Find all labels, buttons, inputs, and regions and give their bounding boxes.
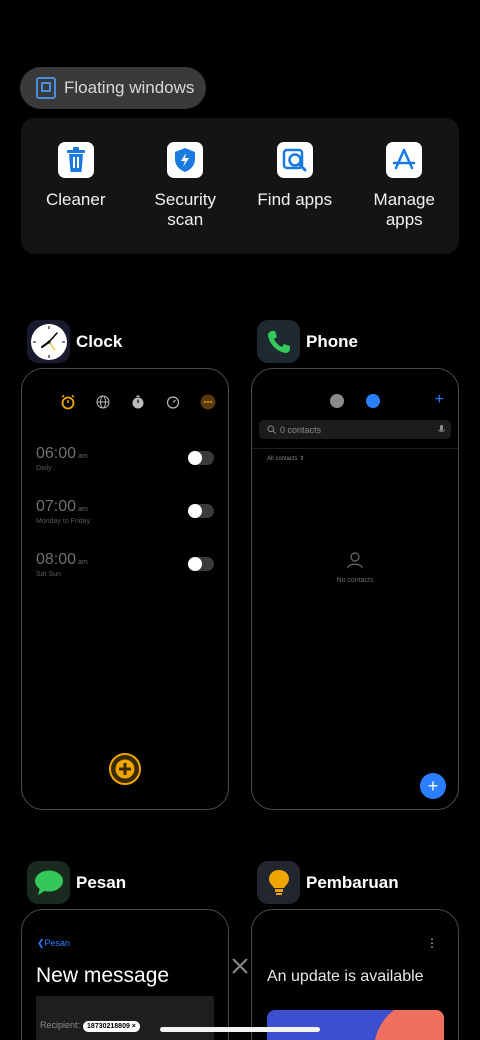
pembaruan-app-name: Pembaruan	[306, 872, 399, 892]
alarm-toggle[interactable]	[188, 557, 214, 571]
alarm-time-value: 07:00	[36, 498, 77, 515]
recipient-label: Recipient:	[40, 1020, 81, 1030]
add-alarm-button[interactable]	[109, 753, 141, 785]
clock-app-icon	[27, 320, 70, 363]
pesan-app-header[interactable]: Pesan	[27, 861, 126, 904]
no-contacts-label: No contacts	[336, 577, 374, 584]
phone-app-name: Phone	[306, 331, 358, 351]
clock-app-header[interactable]: Clock	[27, 320, 122, 363]
search-placeholder: 0 contacts	[280, 424, 322, 435]
plus-icon: +	[427, 776, 439, 796]
pembaruan-app-header[interactable]: Pembaruan	[257, 861, 399, 904]
recipient-chip-value: 18730218809	[87, 1023, 130, 1030]
filter-label: All contacts	[267, 456, 298, 462]
tool-label: Security scan	[154, 190, 216, 229]
alarm-row[interactable]: 06:00 am Daily	[36, 445, 214, 485]
plus-icon	[115, 759, 135, 779]
pesan-app-name: Pesan	[76, 872, 127, 892]
alarm-toggle[interactable]	[188, 451, 214, 465]
floating-windows-label: Floating windows	[64, 78, 195, 97]
pesan-window-card[interactable]: ❮Pesan New message Recipient: 18730218809…	[21, 909, 229, 1040]
contacts-filter-dropdown[interactable]: All contacts ⇕	[267, 455, 304, 462]
shield-bolt-icon	[167, 142, 204, 178]
page-title: New message	[36, 964, 170, 987]
recipient-chip[interactable]: 18730218809 ×	[83, 1021, 140, 1032]
update-title: An update is available	[267, 968, 424, 985]
empty-contacts: No contacts	[252, 551, 458, 584]
back-label: Pesan	[44, 938, 71, 948]
alarm-row[interactable]: 07:00 am Monday to Friday	[36, 498, 214, 538]
floating-windows-button[interactable]: Floating windows	[20, 67, 206, 109]
pesan-app-icon	[27, 861, 70, 904]
alarm-toggle[interactable]	[188, 504, 214, 518]
tool-label: Find apps	[257, 190, 333, 209]
person-icon	[347, 552, 363, 569]
quick-tools-panel: Cleaner Security scan Find apps Manage a…	[21, 118, 459, 254]
phone-app-header[interactable]: Phone	[257, 320, 358, 363]
alarm-time: 06:00 am	[36, 445, 214, 463]
phone-window-card[interactable]: + 0 contacts All contacts ⇕ No contacts …	[251, 368, 459, 810]
trash-icon	[57, 142, 94, 178]
magnifier-app-icon	[276, 142, 313, 178]
alarm-repeat: Sat Sun	[36, 571, 61, 578]
alarm-row[interactable]: 08:00 am Sat Sun	[36, 551, 214, 591]
update-banner-image	[267, 1010, 444, 1040]
world-clock-tab-icon[interactable]	[95, 394, 111, 410]
chevron-left-icon: ❮	[37, 938, 45, 948]
clock-tabs	[60, 394, 216, 410]
home-indicator[interactable]	[160, 1027, 320, 1032]
more-vertical-icon[interactable]: ⋮	[426, 936, 438, 950]
mic-icon	[438, 424, 445, 432]
alarm-ampm: am	[78, 559, 88, 566]
phone-app-icon	[257, 320, 300, 363]
more-icon[interactable]	[200, 394, 216, 410]
tool-label: Manage apps	[373, 190, 435, 229]
close-icon[interactable]	[229, 955, 251, 977]
floating-window-icon	[36, 77, 56, 99]
clock-app-name: Clock	[76, 331, 123, 351]
pembaruan-window-card[interactable]: ⋮ An update is available	[251, 909, 459, 1040]
alarm-time-value: 06:00	[36, 445, 77, 462]
phone-tabs	[330, 394, 380, 408]
app-store-icon	[386, 142, 423, 178]
tool-label: Cleaner	[45, 190, 106, 209]
timer-tab-icon[interactable]	[165, 394, 181, 410]
clock-window-card[interactable]: 06:00 am Daily 07:00 am Monday to Friday 0…	[21, 368, 229, 810]
alarm-repeat: Monday to Friday	[36, 518, 91, 525]
alarm-time: 07:00 am	[36, 498, 214, 516]
pembaruan-app-icon	[257, 861, 300, 904]
search-icon	[267, 425, 276, 434]
tool-find-apps[interactable]: Find apps	[240, 118, 350, 254]
recents-tab-icon[interactable]	[330, 394, 344, 408]
alarm-tab-icon[interactable]	[60, 394, 76, 410]
tool-manage-apps[interactable]: Manage apps	[350, 118, 460, 254]
back-button[interactable]: ❮Pesan	[37, 938, 70, 949]
tool-cleaner[interactable]: Cleaner	[21, 118, 131, 254]
alarm-time-value: 08:00	[36, 551, 77, 568]
add-contact-icon[interactable]: +	[435, 391, 444, 409]
alarm-ampm: am	[78, 453, 88, 460]
tool-security-scan[interactable]: Security scan	[131, 118, 241, 254]
alarm-repeat: Daily	[36, 465, 52, 472]
contacts-tab-icon[interactable]	[366, 394, 380, 408]
add-contact-fab[interactable]: +	[420, 773, 446, 799]
recipient-field[interactable]: Recipient: 18730218809 ×	[36, 996, 214, 1040]
stopwatch-tab-icon[interactable]	[130, 394, 146, 410]
divider	[252, 448, 458, 449]
alarm-ampm: am	[78, 506, 88, 513]
alarm-time: 08:00 am	[36, 551, 214, 569]
contacts-search-input[interactable]: 0 contacts	[259, 420, 451, 439]
